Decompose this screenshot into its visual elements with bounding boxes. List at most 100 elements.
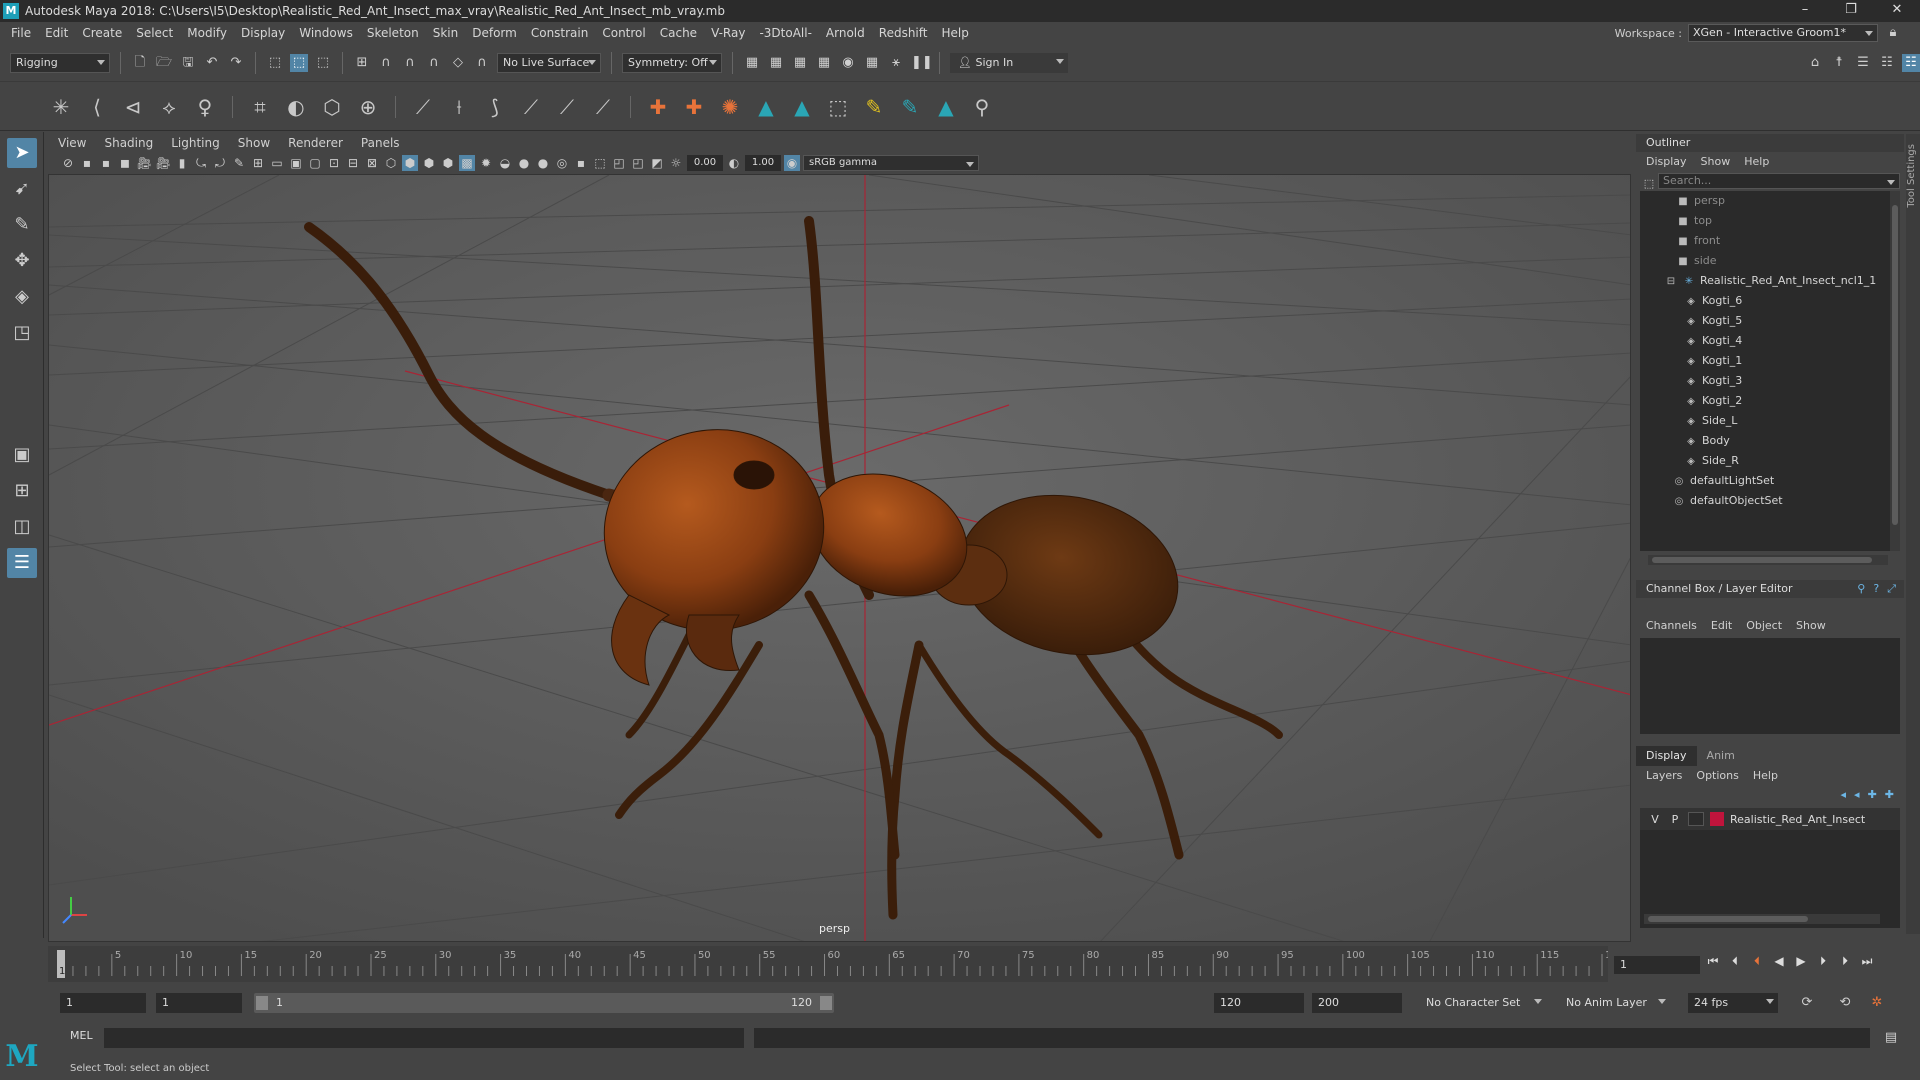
point-constraint-icon[interactable]: ✚ — [681, 94, 707, 120]
outliner-item-kogti-1[interactable]: ◈ Kogti_1 — [1640, 351, 1900, 371]
character-set-dropdown[interactable]: No Character Set — [1420, 993, 1546, 1013]
menu-modify[interactable]: Modify — [180, 26, 234, 40]
menu-3dtoall[interactable]: -3DtoAll- — [752, 26, 818, 40]
lights-icon[interactable]: ✹ — [478, 155, 494, 171]
menu-constrain[interactable]: Constrain — [524, 26, 596, 40]
safe-action-icon[interactable]: ⊟ — [345, 155, 361, 171]
move-layer-down-icon[interactable]: ◂ — [1854, 788, 1860, 801]
animation-end-field[interactable]: 200 — [1312, 993, 1402, 1013]
menu-edit[interactable]: Edit — [38, 26, 75, 40]
menu-select[interactable]: Select — [129, 26, 180, 40]
open-scene-icon[interactable]: 🗁 — [155, 54, 173, 72]
lock-icon[interactable]: 🔒︎ — [1884, 24, 1902, 42]
shaded-wire-icon[interactable]: ⬢ — [421, 155, 437, 171]
outliner-item-persp[interactable]: ■ persp — [1640, 191, 1900, 211]
channel-help-icon[interactable]: ? — [1873, 580, 1879, 598]
xray-components-icon[interactable]: ◩ — [649, 155, 665, 171]
ipr-render-icon[interactable]: ▦ — [791, 54, 809, 72]
camera-attributes-icon[interactable]: ▪ — [79, 155, 95, 171]
channel-box-icon[interactable]: ☷ — [1902, 53, 1920, 72]
channel-box-area[interactable] — [1640, 638, 1900, 734]
tool-settings-icon[interactable]: ☷ — [1878, 54, 1896, 72]
hik-definition-icon[interactable]: ▲ — [753, 94, 779, 120]
lasso-tool-icon[interactable]: ➹ — [7, 174, 37, 204]
render-settings-icon[interactable]: ▦ — [743, 54, 761, 72]
joint-tool-icon[interactable]: ✳ — [48, 94, 74, 120]
channel-menu-object[interactable]: Object — [1746, 619, 1782, 632]
gamma-field[interactable]: 1.00 — [745, 155, 781, 171]
outliner-layout-icon[interactable]: ☰ — [7, 548, 37, 578]
range-slider[interactable]: 1 120 — [254, 993, 834, 1013]
step-back-frame-icon[interactable]: ⏴ — [1750, 954, 1764, 969]
layer-menu-layers[interactable]: Layers — [1646, 769, 1682, 782]
tumble-icon[interactable]: ⤿ — [193, 155, 209, 171]
close-button[interactable]: ✕ — [1874, 0, 1920, 22]
snap-live-icon[interactable]: ∩ — [473, 54, 491, 72]
viewport-menu-shading[interactable]: Shading — [104, 136, 153, 150]
outliner-menu-help[interactable]: Help — [1744, 155, 1769, 168]
time-slider[interactable]: 5 10 15 20 25 30 35 40 45 50 55 60 65 70 75 80 85 90 95 100… — [48, 946, 1608, 982]
anim-layer-dropdown[interactable]: No Anim Layer — [1560, 993, 1670, 1013]
tool-settings-tab[interactable]: Tool Settings — [1906, 134, 1920, 934]
smooth-shade-icon[interactable]: ⬢ — [402, 155, 418, 171]
snap-point-icon[interactable]: ∩ — [401, 54, 419, 72]
hik-skeleton-icon[interactable]: ▲ — [789, 94, 815, 120]
orient-joint-icon[interactable]: ⟡ — [156, 94, 182, 120]
step-forward-frame-icon[interactable]: ⏵ — [1816, 954, 1830, 969]
outliner-menu-display[interactable]: Display — [1646, 155, 1687, 168]
hik-control-icon[interactable]: ▲ — [933, 94, 959, 120]
viewport-menu-panels[interactable]: Panels — [361, 136, 400, 150]
insert-joint-icon[interactable]: ⟨ — [84, 94, 110, 120]
layer-visibility-toggle[interactable]: V — [1648, 813, 1662, 826]
menu-file[interactable]: File — [4, 26, 38, 40]
two-view-icon[interactable]: ◫ — [7, 512, 37, 542]
pin-tool-icon[interactable]: ⚲ — [969, 94, 995, 120]
select-component-icon[interactable]: ⬚ — [314, 54, 332, 72]
channel-options-icon[interactable]: ⚲ — [1857, 580, 1865, 598]
smooth-bind-icon[interactable]: ⌗ — [247, 94, 273, 120]
single-view-icon[interactable]: ▣ — [7, 440, 37, 470]
outliner-item-body[interactable]: ◈ Body — [1640, 431, 1900, 451]
outliner-item-default-object-set[interactable]: ◎ defaultObjectSet — [1640, 491, 1900, 511]
script-editor-icon[interactable]: ▤ — [1882, 1029, 1900, 1047]
wireframe-icon[interactable]: ⬡ — [383, 155, 399, 171]
step-forward-key-icon[interactable]: ⏵ — [1838, 954, 1852, 969]
outliner-item-side-r[interactable]: ◈ Side_R — [1640, 451, 1900, 471]
lattice-icon[interactable]: ⬡ — [319, 94, 345, 120]
curve-tool-icon[interactable]: ⟆ — [482, 94, 508, 120]
save-scene-icon[interactable]: 🖫 — [179, 54, 197, 72]
select-object-icon[interactable]: ⬚ — [290, 53, 308, 72]
gate-mask-icon[interactable]: ▢ — [307, 155, 323, 171]
select-camera-icon[interactable]: ⊘ — [60, 155, 76, 171]
attribute-editor-icon[interactable]: ☰ — [1854, 54, 1872, 72]
field-chart-icon[interactable]: ⊡ — [326, 155, 342, 171]
minimize-button[interactable]: – — [1782, 0, 1828, 22]
outliner-item-side[interactable]: ■ side — [1640, 251, 1900, 271]
rotate-tool-icon[interactable]: ◈ — [7, 282, 37, 312]
auto-key-icon[interactable]: ⟲ — [1836, 994, 1854, 1012]
animation-preferences-icon[interactable]: ✲ — [1868, 994, 1886, 1012]
menu-display[interactable]: Display — [234, 26, 292, 40]
menu-vray[interactable]: V-Ray — [704, 26, 752, 40]
menu-arnold[interactable]: Arnold — [819, 26, 872, 40]
render-frame-icon[interactable]: ▦ — [767, 54, 785, 72]
play-backwards-icon[interactable]: ◀ — [1772, 954, 1786, 969]
channel-menu-edit[interactable]: Edit — [1711, 619, 1732, 632]
channel-menu-channels[interactable]: Channels — [1646, 619, 1697, 632]
viewport-menu-lighting[interactable]: Lighting — [171, 136, 220, 150]
layer-menu-options[interactable]: Options — [1696, 769, 1738, 782]
film-gate-icon[interactable]: ▭ — [269, 155, 285, 171]
perspective-viewport[interactable]: persp — [48, 174, 1631, 942]
blank-slot-icon[interactable]: ⬚ — [825, 94, 851, 120]
outliner-item-kogti-2[interactable]: ◈ Kogti_2 — [1640, 391, 1900, 411]
view-transform-dropdown[interactable]: sRGB gamma — [803, 155, 979, 171]
paint-skin-icon[interactable]: ✎ — [861, 94, 887, 120]
new-layer-icon[interactable]: ✚ — [1868, 788, 1877, 801]
play-forwards-icon[interactable]: ▶ — [1794, 954, 1808, 969]
exposure-icon[interactable]: ☼ — [668, 155, 684, 171]
hypershade-icon[interactable]: ◉ — [839, 54, 857, 72]
track-icon[interactable]: ⤾ — [212, 155, 228, 171]
scale-tool-icon[interactable]: ◳ — [7, 318, 37, 348]
outliner-item-side-l[interactable]: ◈ Side_L — [1640, 411, 1900, 431]
channel-menu-show[interactable]: Show — [1796, 619, 1826, 632]
